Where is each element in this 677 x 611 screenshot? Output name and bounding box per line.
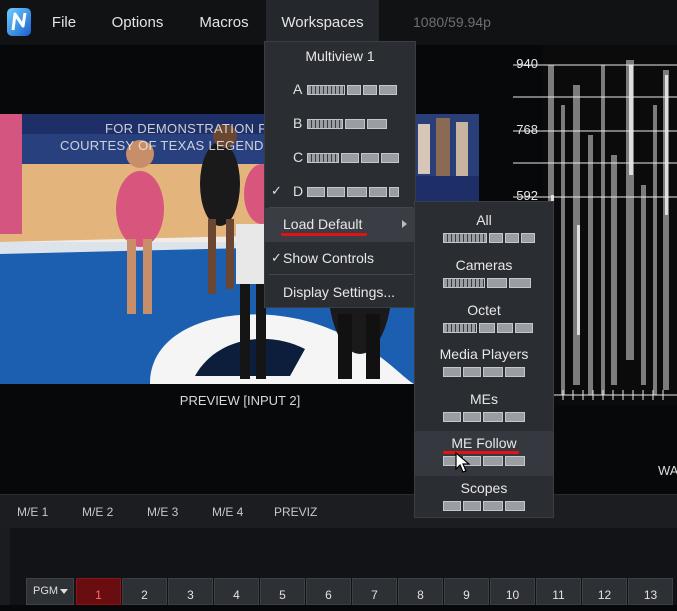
check-icon: ✓	[271, 183, 282, 198]
multiview-option-a[interactable]: A	[265, 74, 415, 106]
multiview-option-d[interactable]: ✓ D	[265, 176, 415, 208]
tab-previz[interactable]: PREVIZ	[274, 495, 317, 529]
display-settings-item[interactable]: Display Settings...	[265, 276, 415, 310]
submenu-item-media-players[interactable]: Media Players	[415, 342, 553, 387]
waveform-title-partial: WA	[658, 463, 677, 478]
layout-grid-icon	[307, 119, 387, 129]
multiview-letter: C	[293, 149, 304, 165]
menu-macros[interactable]: Macros	[190, 0, 258, 45]
layout-grid-icon	[443, 278, 531, 288]
load-default-submenu: All Cameras Octet Media Players MEs ME F…	[414, 201, 554, 518]
layout-grid-icon	[443, 412, 525, 422]
multiview-option-b[interactable]: B	[265, 108, 415, 140]
submenu-item-cameras[interactable]: Cameras	[415, 253, 553, 298]
load-default-item[interactable]: Load Default	[265, 208, 415, 242]
layout-grid-icon	[307, 153, 399, 163]
multiview-letter: B	[293, 115, 303, 131]
bus-button-12[interactable]: 12	[582, 578, 627, 605]
layout-grid-icon	[443, 323, 533, 333]
submenu-item-scopes[interactable]: Scopes	[415, 476, 553, 521]
bus-button-7[interactable]: 7	[352, 578, 397, 605]
bus-button-8[interactable]: 8	[398, 578, 443, 605]
bus-button-4[interactable]: 4	[214, 578, 259, 605]
preview-label: PREVIEW [INPUT 2]	[179, 393, 301, 408]
menu-divider	[269, 274, 413, 275]
panel-edge	[0, 528, 10, 605]
chevron-right-icon	[402, 220, 407, 228]
multiview-option-c[interactable]: C	[265, 142, 415, 174]
bus-selector-label: PGM	[33, 585, 59, 597]
layout-grid-icon	[443, 367, 525, 377]
video-format-label: 1080/59.94p	[413, 14, 491, 30]
layout-grid-icon	[443, 501, 525, 511]
layout-grid-icon	[307, 187, 399, 197]
tab-me-3[interactable]: M/E 3	[147, 495, 178, 529]
submenu-item-all[interactable]: All	[415, 208, 553, 253]
bus-button-11[interactable]: 11	[536, 578, 581, 605]
watermark-line-1: FOR DEMONSTRATION P	[105, 121, 268, 136]
tab-me-4[interactable]: M/E 4	[212, 495, 243, 529]
submenu-label: All	[476, 212, 492, 228]
show-controls-item[interactable]: ✓ Show Controls	[265, 242, 415, 276]
layout-grid-icon	[443, 233, 535, 243]
bus-button-13[interactable]: 13	[628, 578, 673, 605]
multiview-title: Multiview 1	[305, 48, 375, 64]
tab-me-1[interactable]: M/E 1	[17, 495, 48, 529]
bus-button-1[interactable]: 1	[76, 578, 121, 605]
submenu-item-mes[interactable]: MEs	[415, 387, 553, 432]
waveform-label-768: 768	[516, 122, 538, 137]
layout-grid-icon	[307, 85, 397, 95]
mouse-cursor-icon	[455, 451, 471, 479]
bus-button-10[interactable]: 10	[490, 578, 535, 605]
tab-me-2[interactable]: M/E 2	[82, 495, 113, 529]
waveform-label-940: 940	[516, 56, 538, 71]
menu-options[interactable]: Options	[100, 0, 175, 45]
watermark-line-2: COURTESY OF TEXAS LEGEND	[60, 138, 264, 153]
workspaces-dropdown: Multiview 1 A B C ✓ D Load Default ✓ Sho…	[264, 41, 416, 308]
preview-video-edge	[414, 114, 479, 202]
submenu-label: Octet	[467, 302, 501, 318]
submenu-label: Media Players	[439, 346, 529, 362]
chevron-down-icon	[60, 589, 68, 594]
load-default-label: Load Default	[283, 216, 363, 232]
multiview-letter: A	[293, 81, 303, 97]
menu-workspaces[interactable]: Workspaces	[266, 0, 379, 45]
menu-file[interactable]: File	[43, 0, 85, 45]
submenu-item-octet[interactable]: Octet	[415, 298, 553, 343]
annotation-underline	[281, 233, 367, 236]
bus-button-6[interactable]: 6	[306, 578, 351, 605]
check-icon: ✓	[271, 250, 282, 265]
menu-bar: File Options Macros Workspaces 1080/59.9…	[0, 0, 677, 45]
multiview-letter: D	[293, 183, 304, 199]
me-tab-bar: M/E 1 M/E 2 M/E 3 M/E 4 PREVIZ	[0, 494, 677, 529]
submenu-label: Scopes	[460, 480, 508, 496]
submenu-label: Cameras	[455, 257, 513, 273]
bus-button-9[interactable]: 9	[444, 578, 489, 605]
submenu-label: MEs	[470, 391, 498, 407]
bus-button-3[interactable]: 3	[168, 578, 213, 605]
app-logo-icon[interactable]	[6, 5, 32, 38]
bus-button-2[interactable]: 2	[122, 578, 167, 605]
show-controls-label: Show Controls	[283, 250, 375, 266]
bus-selector[interactable]: PGM	[26, 578, 74, 605]
bus-button-5[interactable]: 5	[260, 578, 305, 605]
submenu-label: ME Follow	[451, 435, 517, 451]
display-settings-label: Display Settings...	[283, 284, 396, 300]
